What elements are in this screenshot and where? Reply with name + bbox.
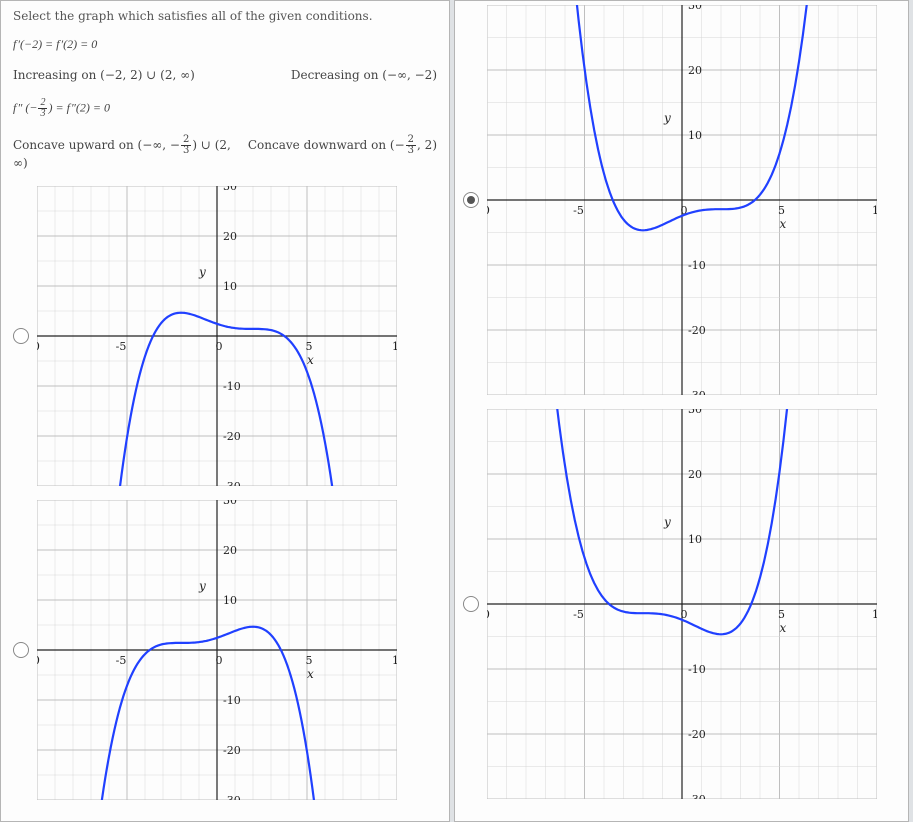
svg-text:10: 10: [872, 608, 877, 621]
cond-concave-up: Concave upward on (−∞, −23) ∪ (2, ∞): [13, 135, 246, 170]
cond-deriv-zero: f ′(−2) = f ′(2) = 0: [13, 37, 97, 52]
page-root: Select the graph which satisfies all of …: [0, 0, 913, 822]
svg-text:-20: -20: [688, 728, 706, 741]
svg-text:-10: -10: [223, 694, 241, 707]
svg-text:-30: -30: [688, 793, 706, 799]
svg-text:0: 0: [216, 654, 223, 667]
plot-D: -10-50510-30-20-10102030xy: [487, 409, 877, 799]
svg-text:-10: -10: [688, 663, 706, 676]
svg-text:30: 30: [223, 186, 237, 193]
svg-text:5: 5: [306, 654, 313, 667]
conditions-block: f ′(−2) = f ′(2) = 0 Increasing on (−2, …: [13, 37, 437, 170]
svg-text:y: y: [198, 265, 206, 279]
svg-text:30: 30: [688, 5, 702, 12]
svg-text:-10: -10: [487, 204, 490, 217]
svg-text:-5: -5: [573, 204, 584, 217]
option-A[interactable]: -10 -5 0 5 10 -30 -20 -10 10 20 30 x y: [13, 186, 437, 486]
svg-text:-10: -10: [688, 259, 706, 272]
radio-A[interactable]: [13, 328, 29, 344]
svg-text:30: 30: [223, 500, 237, 507]
left-panel: Select the graph which satisfies all of …: [0, 0, 450, 822]
svg-text:10: 10: [392, 340, 397, 353]
svg-text:x: x: [307, 667, 314, 681]
radio-B[interactable]: [13, 642, 29, 658]
svg-text:-10: -10: [37, 340, 40, 353]
svg-text:x: x: [307, 353, 314, 367]
svg-text:20: 20: [223, 544, 237, 557]
cond-concave-down: Concave downward on (−23, 2): [248, 135, 437, 170]
svg-text:10: 10: [392, 654, 397, 667]
svg-text:10: 10: [688, 533, 702, 546]
radio-D[interactable]: [463, 596, 479, 612]
svg-text:x: x: [780, 621, 787, 635]
svg-text:y: y: [663, 515, 671, 529]
svg-text:-5: -5: [573, 608, 584, 621]
svg-text:-30: -30: [688, 389, 706, 395]
prompt-text: Select the graph which satisfies all of …: [13, 9, 437, 23]
cond-increasing: Increasing on (−2, 2) ∪ (2, ∞): [13, 68, 195, 82]
svg-text:-10: -10: [37, 654, 40, 667]
svg-text:-30: -30: [223, 480, 241, 486]
right-panel: -10-50510-30-20-10102030xy -10-50510-30-…: [454, 0, 909, 822]
svg-text:-20: -20: [688, 324, 706, 337]
plot-A: -10 -5 0 5 10 -30 -20 -10 10 20 30 x y: [37, 186, 397, 486]
svg-text:10: 10: [223, 280, 237, 293]
svg-text:5: 5: [778, 204, 785, 217]
cond-second-deriv-zero: f ″ (−23) = f ″(2) = 0: [13, 98, 110, 119]
svg-text:x: x: [780, 217, 787, 231]
svg-text:20: 20: [688, 468, 702, 481]
svg-text:-10: -10: [223, 380, 241, 393]
svg-text:5: 5: [778, 608, 785, 621]
svg-text:20: 20: [223, 230, 237, 243]
svg-text:30: 30: [688, 409, 702, 416]
svg-text:-20: -20: [223, 744, 241, 757]
option-B[interactable]: -10 -5 0 5 10 -30 -20 -10 10 20 30 x y: [13, 500, 437, 800]
svg-text:10: 10: [223, 594, 237, 607]
option-D[interactable]: -10-50510-30-20-10102030xy: [463, 409, 900, 799]
svg-text:y: y: [198, 579, 206, 593]
radio-C[interactable]: [463, 192, 479, 208]
svg-text:10: 10: [872, 204, 877, 217]
svg-text:y: y: [663, 111, 671, 125]
svg-text:-20: -20: [223, 430, 241, 443]
svg-text:-5: -5: [116, 654, 127, 667]
svg-text:-5: -5: [116, 340, 127, 353]
svg-text:0: 0: [216, 340, 223, 353]
svg-text:-10: -10: [487, 608, 490, 621]
cond-decreasing: Decreasing on (−∞, −2): [291, 68, 437, 82]
svg-text:5: 5: [306, 340, 313, 353]
option-C[interactable]: -10-50510-30-20-10102030xy: [463, 5, 900, 395]
svg-text:10: 10: [688, 129, 702, 142]
svg-text:-30: -30: [223, 794, 241, 800]
plot-B: -10 -5 0 5 10 -30 -20 -10 10 20 30 x y: [37, 500, 397, 800]
svg-text:20: 20: [688, 64, 702, 77]
plot-C: -10-50510-30-20-10102030xy: [487, 5, 877, 395]
